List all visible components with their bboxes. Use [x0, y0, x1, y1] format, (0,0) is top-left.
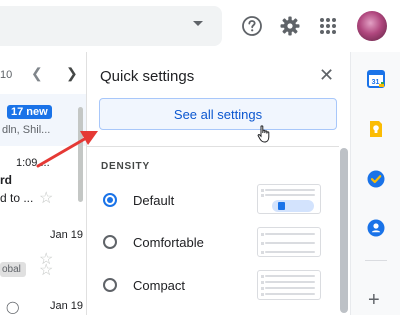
chevron-right-icon[interactable]: ❯ — [66, 65, 78, 82]
add-app-icon[interactable]: + — [368, 290, 380, 310]
gear-icon[interactable] — [276, 12, 304, 40]
message-time: Jan 19 — [50, 229, 84, 241]
density-default-radio[interactable] — [103, 193, 117, 207]
hand-cursor-icon — [257, 125, 270, 143]
density-comfortable-preview[interactable] — [257, 227, 321, 257]
attachment-icon: ◯ — [6, 300, 20, 314]
message-subject: rd — [0, 173, 12, 187]
list-item[interactable]: 17 new dln, Shil... — [0, 94, 86, 146]
section-divider — [87, 146, 339, 147]
density-default-preview[interactable] — [257, 184, 321, 214]
apps-grid-icon[interactable] — [314, 12, 342, 40]
message-time: 1:09 ... — [16, 157, 50, 169]
side-panel: 31 + — [350, 52, 400, 315]
density-comfortable-radio[interactable] — [103, 235, 117, 249]
calendar-day-text: 31 — [372, 79, 380, 86]
new-count-badge: 17 new — [7, 105, 52, 119]
message-list: 10 ❮ ❯ 17 new dln, Shil... 1:09 ... rd d… — [0, 52, 86, 315]
see-all-settings-button[interactable]: See all settings — [99, 98, 337, 130]
chevron-left-icon[interactable]: ❮ — [31, 65, 43, 82]
quick-settings-title: Quick settings — [100, 68, 195, 85]
contacts-icon[interactable] — [367, 219, 385, 237]
search-options-caret-icon[interactable] — [193, 21, 203, 26]
star-icon[interactable]: ☆ — [39, 188, 53, 208]
density-section-title: DENSITY — [101, 161, 150, 172]
star-icon[interactable]: ☆ — [39, 260, 53, 280]
top-bar — [0, 0, 400, 52]
calendar-icon[interactable]: 31 — [367, 70, 385, 88]
side-panel-divider — [365, 260, 387, 261]
density-compact-preview[interactable] — [257, 270, 321, 300]
density-compact-label[interactable]: Compact — [133, 278, 185, 293]
message-time: Jan 19 — [50, 300, 84, 312]
list-scrollbar[interactable] — [78, 107, 83, 202]
keep-icon[interactable] — [367, 120, 385, 138]
pager-range: 10 — [0, 69, 13, 81]
sender-snippet: dln, Shil... — [2, 124, 51, 136]
account-avatar[interactable] — [357, 11, 387, 41]
density-default-label[interactable]: Default — [133, 193, 174, 208]
quick-settings-scrollbar[interactable] — [340, 148, 348, 313]
label-chip[interactable]: obal — [0, 262, 26, 277]
quick-settings-panel: Quick settings ✕ See all settings DENSIT… — [86, 52, 350, 315]
search-bar[interactable] — [0, 6, 222, 46]
tasks-icon[interactable] — [367, 170, 385, 188]
message-snippet: d to ... — [0, 191, 34, 205]
help-icon[interactable] — [238, 12, 266, 40]
density-compact-radio[interactable] — [103, 278, 117, 292]
density-comfortable-label[interactable]: Comfortable — [133, 235, 204, 250]
close-icon[interactable]: ✕ — [319, 66, 334, 84]
